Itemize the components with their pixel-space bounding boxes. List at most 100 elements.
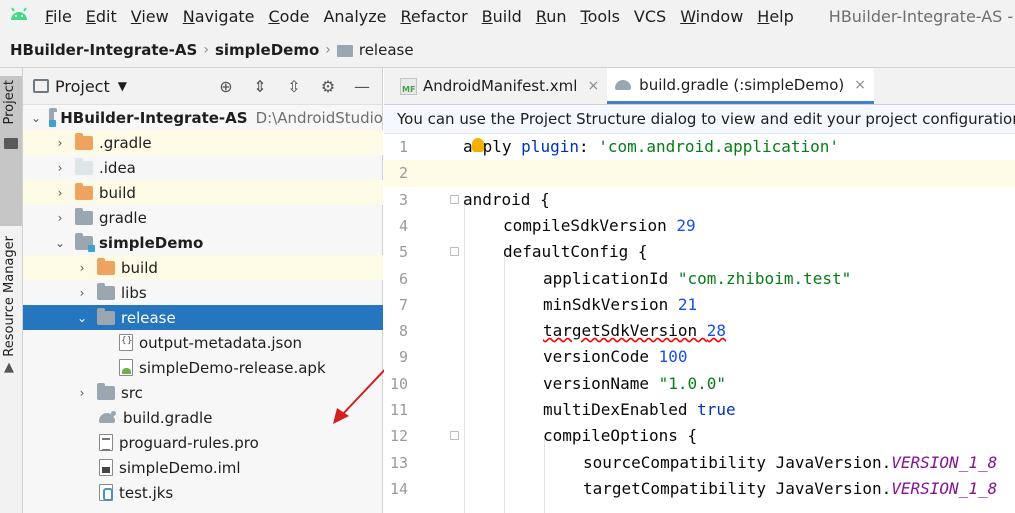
tree-item-module-build[interactable]: › build [23,255,383,280]
window-title: HBuilder-Integrate-AS - build [828,6,1015,26]
gradle-elephant-icon [97,410,117,425]
tree-item-label: simpleDemo [99,233,204,252]
fold-icon[interactable] [450,194,459,204]
line-number: 9 [398,348,408,367]
code-line: 8 targetSdkVersion 28 [384,318,1015,344]
tree-item-label: .gradle [99,133,152,152]
code-line: 7 minSdkVersion 21 [384,292,1015,318]
tree-item-simpledemo[interactable]: ⌄ simpleDemo [23,230,383,255]
tree-item-label: build.gradle [123,408,213,427]
menu-code[interactable]: Code [262,7,317,26]
text-file-icon [99,434,113,451]
tree-item-label: build [121,258,158,277]
fold-icon[interactable] [450,247,459,257]
chevron-down-icon[interactable]: ▼ [118,79,127,93]
chevron-right-icon[interactable]: › [53,161,67,175]
tree-item-label: release [121,308,176,327]
menu-tools[interactable]: Tools [574,7,627,26]
menu-window[interactable]: Window [673,7,750,26]
folder-icon [75,157,93,175]
chevron-right-icon[interactable]: › [75,386,89,400]
fold-icon[interactable] [450,431,459,441]
android-studio-icon [8,5,30,27]
tree-item-label: build [99,183,136,202]
resource-manager-label: Resource Manager [2,236,17,357]
manifest-file-icon [400,77,417,95]
folder-icon [97,282,115,300]
code-line: 13 sourceCompatibility JavaVersion.VERSI… [384,450,1015,476]
menu-view[interactable]: View [124,7,176,26]
tree-item-build[interactable]: › build [23,180,383,205]
tree-item-test-jks[interactable]: test.jks [23,480,383,505]
menu-edit[interactable]: Edit [79,7,124,26]
code-text: versionCode 100 [543,347,688,367]
project-tool-label: Project [2,80,17,125]
excluded-folder-icon [75,182,93,200]
tab-android-manifest[interactable]: AndroidManifest.xml × [394,68,607,104]
gear-icon[interactable]: ⚙ [318,77,338,97]
folder-icon [336,44,353,57]
menu-run[interactable]: Run [529,7,574,26]
code-line: 6 applicationId "com.zhiboim.test" [384,266,1015,292]
breadcrumb-separator-icon: › [203,41,209,58]
code-text: compileOptions { [543,426,698,446]
close-icon[interactable]: × [854,77,866,93]
chevron-down-icon[interactable]: ⌄ [75,311,89,325]
tree-item-iml[interactable]: simpleDemo.iml [23,455,383,480]
expand-all-icon[interactable]: ⇕ [250,77,270,97]
breadcrumb-folder[interactable]: release [359,41,414,59]
menu-vcs[interactable]: VCS [627,7,673,26]
intention-bulb-icon[interactable] [472,138,484,152]
project-structure-notice: You can use the Project Structure dialog… [384,105,1015,134]
project-panel: Project ▼ ⊕ ⇕ ⇳ ⚙ — ⌄ HBuilder-Integrate… [23,68,394,513]
tree-item-libs[interactable]: › libs [23,280,383,305]
locate-icon[interactable]: ⊕ [216,77,236,97]
tree-item-proguard[interactable]: proguard-rules.pro [23,430,383,455]
line-number: 12 [389,427,408,446]
tree-item-root[interactable]: ⌄ HBuilder-Integrate-AS D:\AndroidStudio [23,105,383,130]
chevron-down-icon[interactable]: ⌄ [31,111,41,125]
code-line: 14 targetCompatibility JavaVersion.VERSI… [384,476,1015,502]
tree-item-idea[interactable]: › .idea [23,155,383,180]
menu-refactor[interactable]: Refactor [394,7,475,26]
chevron-right-icon[interactable]: › [53,186,67,200]
breadcrumb-project[interactable]: HBuilder-Integrate-AS [10,41,197,59]
module-folder-icon [75,232,95,252]
gradle-elephant-icon [613,78,633,92]
chevron-right-icon[interactable]: › [53,211,67,225]
menu-file[interactable]: File [38,7,79,26]
tree-item-label: test.jks [119,483,174,502]
tree-item-output-metadata[interactable]: output-metadata.json [23,330,383,355]
keystore-file-icon [99,484,113,501]
close-icon[interactable]: × [587,78,599,94]
menu-help[interactable]: Help [750,7,800,26]
resource-manager-icon: ▲ [4,360,14,375]
code-editor[interactable]: 1 a ply plugin: 'com.android.application'… [384,134,1015,513]
code-text: android { [463,189,550,209]
editor: AndroidManifest.xml × build.gradle (:sim… [384,68,1015,513]
breadcrumb-module[interactable]: simpleDemo [215,41,319,59]
tree-item-dot-gradle[interactable]: › .gradle [23,130,383,155]
resource-manager-tool-button[interactable]: Resource Manager ▲ [0,236,22,386]
collapse-all-icon[interactable]: ⇳ [284,77,304,97]
chevron-right-icon[interactable]: › [53,136,67,150]
tree-item-gradle[interactable]: › gradle [23,205,383,230]
line-number: 10 [389,374,408,393]
tree-item-label: proguard-rules.pro [119,433,259,452]
json-file-icon [119,334,133,351]
project-tool-button[interactable]: Project [0,76,22,226]
chevron-down-icon[interactable]: ⌄ [53,236,67,250]
chevron-right-icon[interactable]: › [75,261,89,275]
project-view-title[interactable]: Project [55,77,110,96]
code-line: 10 versionName "1.0.0" [384,371,1015,397]
tab-build-gradle[interactable]: build.gradle (:simpleDemo) × [607,68,874,104]
code-text: versionName "1.0.0" [543,373,727,393]
tree-item-label: output-metadata.json [139,333,303,352]
menu-analyze[interactable]: Analyze [316,7,393,26]
chevron-right-icon[interactable]: › [75,286,89,300]
minimize-icon[interactable]: — [352,77,372,97]
menu-navigate[interactable]: Navigate [176,7,262,26]
menu-build[interactable]: Build [475,7,529,26]
code-text: sourceCompatibility JavaVersion.VERSION_… [583,452,998,472]
tree-item-release[interactable]: ⌄ release [23,305,383,330]
